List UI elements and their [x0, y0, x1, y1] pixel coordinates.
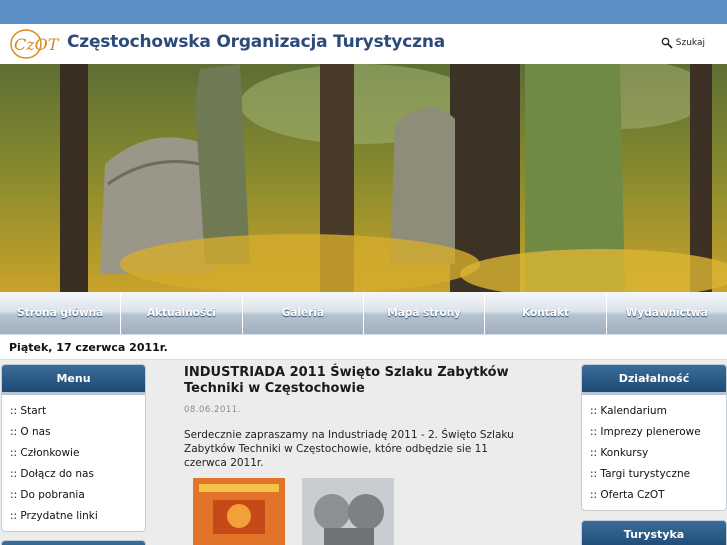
left-menu-title: Menu: [2, 365, 145, 395]
menu-item-konkursy[interactable]: :: Konkursy: [582, 443, 726, 464]
nav-item-galeria[interactable]: Galeria: [242, 292, 364, 334]
menu-item-do-pobrania[interactable]: :: Do pobrania: [2, 485, 145, 506]
search-label: Szukaj: [675, 38, 705, 48]
left-menu-box-2: [1, 540, 146, 545]
right-menu-2-title: Turystyka: [582, 521, 726, 545]
top-strip: [0, 0, 727, 24]
right-menu-box: Działalność :: Kalendarium :: Imprezy pl…: [581, 364, 727, 511]
news-article: INDUSTRIADA 2011 Święto Szlaku Zabytków …: [184, 365, 554, 470]
site-header: CzOT Częstochowska Organizacja Turystycz…: [0, 24, 727, 64]
search-icon: [661, 37, 673, 49]
article-photo-image[interactable]: [302, 478, 394, 545]
menu-item-przydatne-linki[interactable]: :: Przydatne linki: [2, 506, 145, 527]
article-date: 08.06.2011.: [184, 405, 241, 415]
menu-item-imprezy-plenerowe[interactable]: :: Imprezy plenerowe: [582, 422, 726, 443]
header-banner-image: [0, 64, 727, 292]
nav-item-kontakt[interactable]: Kontakt: [485, 292, 607, 334]
site-title[interactable]: Częstochowska Organizacja Turystyczna: [67, 32, 445, 52]
menu-item-oferta-czot[interactable]: :: Oferta CzOT: [582, 485, 726, 506]
nav-item-aktualnosci[interactable]: Aktualności: [121, 292, 243, 334]
left-menu-box: Menu :: Start :: O nas :: Członkowie :: …: [1, 364, 146, 532]
article-poster-image[interactable]: [193, 478, 285, 545]
nav-item-mapa-strony[interactable]: Mapa strony: [363, 292, 486, 334]
menu-item-targi-turystyczne[interactable]: :: Targi turystyczne: [582, 464, 726, 485]
nav-item-wydawnictwa[interactable]: Wydawnictwa: [606, 292, 727, 334]
menu-item-kalendarium[interactable]: :: Kalendarium: [582, 401, 726, 422]
right-menu-title: Działalność: [582, 365, 726, 395]
menu-item-dolacz[interactable]: :: Dołącz do nas: [2, 464, 145, 485]
nav-item-strona-glowna[interactable]: Strona główna: [0, 292, 122, 334]
menu-item-czlonkowie[interactable]: :: Członkowie: [2, 443, 145, 464]
menu-item-start[interactable]: :: Start: [2, 401, 145, 422]
logo-text: CzOT: [14, 35, 60, 54]
article-title[interactable]: INDUSTRIADA 2011 Święto Szlaku Zabytków …: [184, 365, 554, 397]
article-body: Serdecznie zapraszamy na Industriadę 201…: [184, 429, 514, 469]
menu-item-o-nas[interactable]: :: O nas: [2, 422, 145, 443]
search-link[interactable]: Szukaj: [661, 37, 705, 49]
date-bar: Piątek, 17 czerwca 2011r.: [0, 334, 727, 360]
current-date: Piątek, 17 czerwca 2011r.: [9, 341, 168, 354]
left-menu-2-header: [2, 541, 145, 545]
right-menu-box-2: Turystyka: [581, 520, 727, 545]
czot-logo[interactable]: CzOT: [8, 27, 60, 61]
main-navigation: Strona główna Aktualności Galeria Mapa s…: [0, 292, 727, 334]
